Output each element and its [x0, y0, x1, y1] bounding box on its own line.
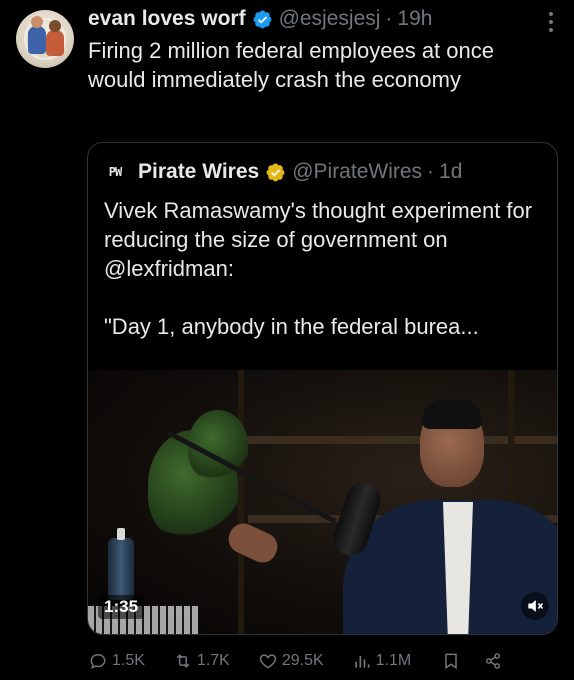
- guest-hand: [224, 518, 282, 568]
- repost-icon: [176, 654, 190, 668]
- video-duration: 1:35: [98, 595, 145, 619]
- quote-text-paragraph: Vivek Ramaswamy's thought experiment for…: [104, 198, 533, 281]
- quote-timestamp[interactable]: 1d: [439, 160, 462, 184]
- speaker-muted-icon: [528, 600, 544, 612]
- pirate-wires-logo: PW: [108, 165, 122, 179]
- quote-display-name[interactable]: Pirate Wires: [138, 160, 259, 184]
- tweet-header: evan loves worf @esjesjesj · 19h: [88, 6, 432, 32]
- user-handle[interactable]: @esjesjesj: [279, 7, 381, 31]
- quote-header: PW Pirate Wires @PirateWires · 1d: [104, 159, 463, 185]
- share-icon: [486, 653, 501, 669]
- like-button[interactable]: 29.5K: [258, 651, 324, 671]
- quote-user-handle[interactable]: @PirateWires: [292, 160, 422, 184]
- separator-dot: ·: [385, 7, 393, 30]
- quote-text: Vivek Ramaswamy's thought experiment for…: [104, 196, 544, 341]
- like-count: 29.5K: [281, 652, 324, 669]
- analytics-icon: [354, 656, 370, 668]
- bookmark-button[interactable]: [441, 651, 461, 671]
- more-options-icon[interactable]: [548, 12, 554, 34]
- heart-icon: [259, 654, 277, 669]
- reply-button[interactable]: 1.5K: [88, 651, 145, 671]
- reply-icon: [90, 653, 106, 669]
- avatar[interactable]: [16, 10, 74, 68]
- avatar-figure: [28, 16, 46, 54]
- quoted-tweet[interactable]: PW Pirate Wires @PirateWires · 1d Vivek …: [87, 142, 558, 635]
- separator-dot: ·: [427, 160, 435, 183]
- share-button[interactable]: [483, 651, 503, 671]
- tweet-actions: 1.5K 1.7K 29.5K 1.1M: [88, 648, 558, 674]
- water-bottle: [108, 528, 134, 600]
- view-count: 1.1M: [375, 652, 412, 669]
- bookmark-icon: [445, 653, 457, 670]
- reply-count: 1.5K: [112, 652, 145, 669]
- verified-badge-icon: [252, 9, 273, 30]
- tweet-text: Firing 2 million federal employees at on…: [88, 38, 494, 92]
- verified-org-badge-icon: [265, 162, 286, 183]
- display-name[interactable]: evan loves worf: [88, 7, 246, 31]
- quote-text-paragraph: "Day 1, anybody in the federal burea...: [104, 314, 479, 339]
- shelf-post: [238, 370, 244, 634]
- video-player[interactable]: 1:35: [88, 370, 557, 634]
- repost-button[interactable]: 1.7K: [173, 651, 230, 671]
- avatar-figure: [46, 20, 64, 56]
- repost-count: 1.7K: [196, 652, 230, 669]
- timestamp[interactable]: 19h: [397, 7, 432, 31]
- guest-head: [420, 399, 484, 487]
- mute-toggle-button[interactable]: [521, 592, 549, 620]
- views-button[interactable]: 1.1M: [352, 651, 412, 671]
